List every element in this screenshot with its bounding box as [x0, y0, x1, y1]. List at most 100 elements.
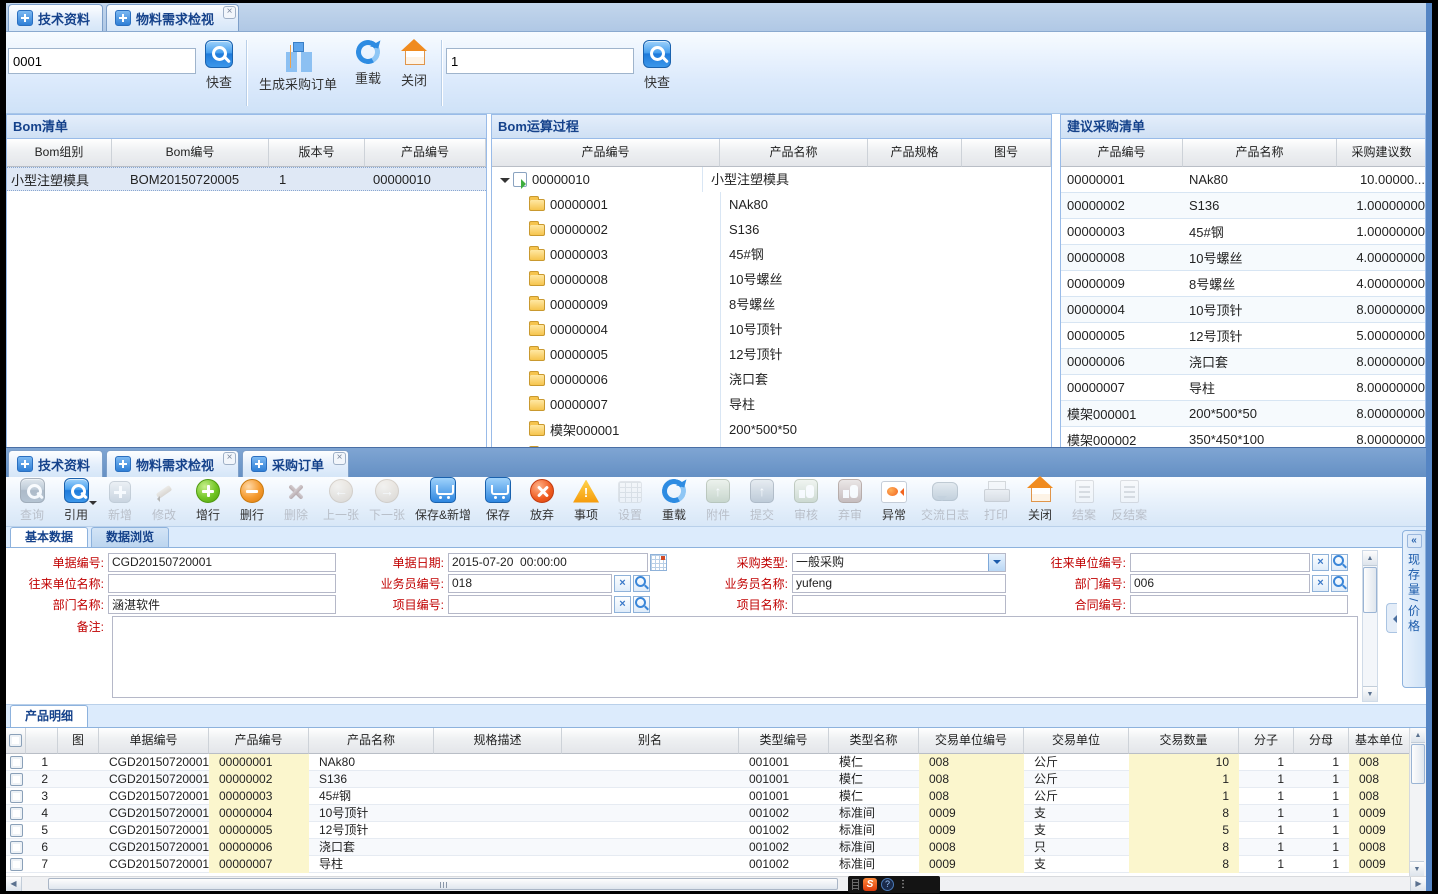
table-row[interactable]: 1 CGD20150720001 00000001 NAk80 001001 模… — [6, 754, 1409, 771]
tab-material-requirement-view[interactable]: 物料需求检视 × — [106, 450, 239, 477]
toolbar-button[interactable]: 新增 — [98, 479, 142, 525]
toolbar-button[interactable]: 删行 — [230, 479, 274, 525]
row-checkbox[interactable] — [10, 841, 23, 854]
col-product-code[interactable]: 产品编号 — [492, 139, 720, 167]
lookup-icon[interactable] — [1331, 554, 1348, 571]
stock-price-side-tab[interactable]: « 现存量/价格 — [1402, 530, 1426, 688]
scroll-up-icon[interactable]: ▲ — [1363, 551, 1377, 566]
tree-row[interactable]: 00000002 S136 — [492, 217, 1051, 242]
table-row[interactable]: 2 CGD20150720001 00000002 S136 001001 模仁… — [6, 771, 1409, 788]
scrollbar-thumb[interactable] — [1363, 567, 1377, 613]
horizontal-scrollbar[interactable]: ◀ ▶ — [6, 876, 1426, 891]
tree-row[interactable]: 00000006 浇口套 — [492, 367, 1051, 392]
calendar-icon[interactable] — [650, 554, 667, 571]
doc-no-input[interactable] — [108, 553, 336, 572]
toolbar-button[interactable]: 附件 — [696, 479, 740, 525]
col-product-code[interactable]: 产品编号 — [1061, 139, 1183, 167]
salesman-name-input[interactable] — [792, 574, 1006, 593]
project-name-input[interactable] — [792, 595, 1006, 614]
tab-material-requirement-view[interactable]: 物料需求检视 × — [106, 4, 239, 31]
toolbar-button[interactable]: 事项 — [564, 479, 608, 525]
ime-toolbar[interactable]: S ? ⋮ — [848, 876, 940, 893]
row-checkbox[interactable] — [10, 773, 23, 786]
help-icon[interactable]: ? — [881, 878, 894, 891]
contract-no-input[interactable] — [1130, 595, 1348, 614]
col-bom-group[interactable]: Bom组别 — [7, 139, 112, 167]
suggest-row[interactable]: 00000009 8号螺丝 4.00000000 — [1061, 271, 1425, 297]
col-qty[interactable]: 交易数量 — [1129, 728, 1239, 754]
row-checkbox[interactable] — [10, 824, 23, 837]
collapse-left-icon[interactable]: « — [1407, 534, 1422, 548]
col-unit[interactable]: 交易单位 — [1024, 728, 1129, 754]
col-type-name[interactable]: 类型名称 — [829, 728, 919, 754]
col-numerator[interactable]: 分子 — [1239, 728, 1294, 754]
col-product-name[interactable]: 产品名称 — [309, 728, 434, 754]
form-scrollbar[interactable]: ▲ ▼ — [1362, 550, 1378, 702]
toolbar-button[interactable]: 删除 — [274, 479, 318, 525]
tab-tech-docs[interactable]: 技术资料 — [8, 4, 103, 31]
toolbar-button[interactable]: 交流日志 — [916, 479, 974, 525]
tree-row[interactable]: 00000004 10号顶针 — [492, 317, 1051, 342]
scroll-down-icon[interactable]: ▼ — [1363, 686, 1377, 701]
detail-table-scrollbar[interactable]: ▲ ▼ — [1409, 728, 1426, 876]
toolbar-button[interactable]: 审核 — [784, 479, 828, 525]
salesman-no-input[interactable] — [448, 574, 612, 593]
col-unit-code[interactable]: 交易单位编号 — [919, 728, 1024, 754]
toolbar-button[interactable]: 引用 — [54, 479, 98, 525]
toolbar-button[interactable]: 提交 — [740, 479, 784, 525]
partner-name-input[interactable] — [108, 574, 336, 593]
tab-data-browse[interactable]: 数据浏览 — [91, 527, 169, 547]
generate-po-button[interactable]: 生成采购订单 — [251, 38, 345, 95]
quick-search-input-1[interactable] — [8, 48, 196, 74]
toolbar-button[interactable]: 修改 — [142, 479, 186, 525]
suggest-row[interactable]: 模架000001 200*500*50 8.00000000 — [1061, 401, 1425, 427]
purchase-type-select[interactable]: 一般采购 — [792, 553, 1006, 572]
col-figure-no[interactable]: 图号 — [962, 139, 1051, 167]
suggest-row[interactable]: 00000008 10号螺丝 4.00000000 — [1061, 245, 1425, 271]
tab-tech-docs[interactable]: 技术资料 — [8, 450, 103, 477]
tree-row[interactable]: 00000005 12号顶针 — [492, 342, 1051, 367]
toolbar-button[interactable]: 设置 — [608, 479, 652, 525]
close-icon[interactable]: × — [223, 452, 236, 465]
row-checkbox[interactable] — [10, 756, 23, 769]
close-button[interactable]: 关闭 — [391, 38, 437, 91]
suggest-row[interactable]: 00000002 S136 1.00000000 — [1061, 193, 1425, 219]
suggest-row[interactable]: 00000007 导柱 8.00000000 — [1061, 375, 1425, 401]
toolbar-button[interactable]: 放弃 — [520, 479, 564, 525]
col-spec[interactable]: 规格描述 — [434, 728, 562, 754]
col-version[interactable]: 版本号 — [269, 139, 365, 167]
col-suggest-qty[interactable]: 采购建议数 — [1337, 139, 1426, 167]
suggest-row[interactable]: 00000004 10号顶针 8.00000000 — [1061, 297, 1425, 323]
col-type-code[interactable]: 类型编号 — [739, 728, 829, 754]
row-checkbox[interactable] — [10, 858, 23, 871]
col-product-code[interactable]: 产品编号 — [209, 728, 309, 754]
scrollbar-thumb[interactable] — [48, 878, 838, 890]
tab-basic-data[interactable]: 基本数据 — [10, 527, 88, 547]
col-doc-no[interactable]: 单据编号 — [99, 728, 209, 754]
dept-no-input[interactable] — [1130, 574, 1310, 593]
remark-input[interactable] — [112, 616, 1358, 698]
chevron-down-icon[interactable] — [988, 554, 1005, 571]
doc-date-input[interactable] — [448, 553, 648, 572]
lookup-icon[interactable] — [633, 575, 650, 592]
clear-icon[interactable]: × — [1312, 554, 1329, 571]
close-icon[interactable]: × — [333, 452, 346, 465]
col-picture[interactable]: 图 — [58, 728, 99, 754]
clear-icon[interactable]: × — [614, 596, 631, 613]
toolbar-button[interactable]: 重载 — [652, 479, 696, 525]
col-bom-code[interactable]: Bom编号 — [112, 139, 269, 167]
scroll-up-icon[interactable]: ▲ — [1411, 728, 1425, 743]
select-all-checkbox[interactable] — [9, 734, 22, 747]
tree-row[interactable]: 00000007 导柱 — [492, 392, 1051, 417]
toolbar-button[interactable]: 保存&新增 — [410, 479, 476, 525]
row-checkbox[interactable] — [10, 790, 23, 803]
partner-no-input[interactable] — [1130, 553, 1310, 572]
tab-purchase-order[interactable]: 采购订单 × — [242, 450, 349, 477]
suggest-row[interactable]: 00000006 浇口套 8.00000000 — [1061, 349, 1425, 375]
tree-row[interactable]: 模架000001 200*500*50 — [492, 417, 1051, 442]
col-denominator[interactable]: 分母 — [1294, 728, 1349, 754]
col-base-unit[interactable]: 基本单位 — [1349, 728, 1409, 754]
scroll-left-icon[interactable]: ◀ — [6, 877, 22, 891]
tree-row[interactable]: 00000009 8号螺丝 — [492, 292, 1051, 317]
tree-row[interactable]: 00000003 45#钢 — [492, 242, 1051, 267]
